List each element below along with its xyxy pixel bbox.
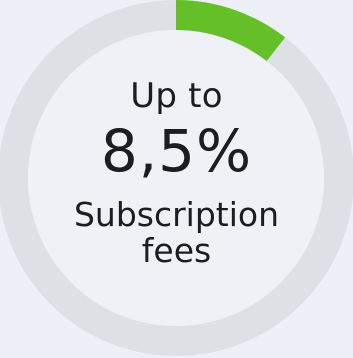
fee-progress-widget: Up to 8,5% Subscription fees [0, 0, 353, 358]
up-to-label: Up to [130, 76, 223, 116]
subscription-label: Subscription [73, 195, 280, 234]
fee-percentage: 8,5% [100, 117, 253, 185]
fees-label: fees [141, 231, 212, 270]
fee-label-block: Up to 8,5% Subscription fees [0, 0, 353, 358]
